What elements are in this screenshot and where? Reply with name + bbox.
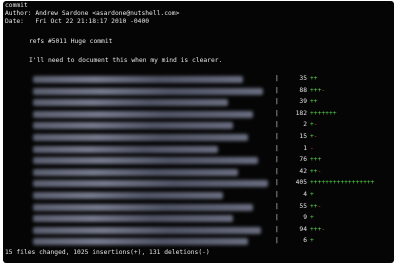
deletion-marks: - (317, 202, 322, 210)
file-path-blurred (33, 157, 258, 165)
file-path-blurred (33, 203, 253, 211)
insertion-marks: +++ (310, 86, 322, 94)
file-path-blurred (33, 192, 223, 199)
column-separator: | (275, 121, 279, 129)
change-bar: - (310, 145, 314, 154)
change-count: 76 (299, 156, 307, 164)
column-separator: | (275, 202, 279, 210)
change-bar: + (310, 191, 314, 200)
diffstat-row: | 94 +++- (3, 226, 394, 234)
change-count: 405 (295, 179, 307, 187)
file-path-blurred (33, 122, 233, 130)
change-bar: +++- (310, 87, 325, 96)
column-separator: | (275, 133, 279, 140)
change-count: 182 (295, 109, 307, 117)
column-separator: | (275, 98, 279, 106)
diffstat-row: | 15 +- (3, 133, 394, 141)
file-path-blurred (33, 110, 253, 118)
deletion-marks: - (317, 167, 322, 175)
diffstat-summary: 15 files changed, 1025 insertions(+), 13… (5, 249, 210, 256)
file-path-blurred (33, 238, 248, 246)
change-bar: ++- (310, 168, 321, 177)
commit-date: Date: Fri Oct 22 21:18:17 2010 -0400 (5, 18, 150, 25)
change-count: 42 (299, 167, 307, 175)
insertion-marks: +++++++ (310, 109, 337, 117)
deletion-marks: - (310, 144, 314, 152)
change-count: 1 (303, 144, 307, 152)
diffstat-row: | 2 +- (3, 121, 394, 130)
change-bar: +++ (310, 156, 321, 165)
terminal-window: commit Author: Andrew Sardone <asardone@… (3, 1, 394, 263)
diffstat-row: | 42 ++- (3, 168, 394, 176)
change-bar: ++ (310, 75, 318, 84)
change-count: 15 (299, 133, 307, 140)
diffstat-row: | 182 +++++++ (3, 110, 394, 118)
diffstat-row: | 76 +++ (3, 156, 394, 165)
diffstat-row: | 1- (3, 145, 394, 153)
file-path-blurred (33, 226, 261, 234)
column-separator: | (275, 144, 279, 152)
change-count: 88 (299, 86, 307, 94)
commit-message: I'll need to document this when my mind … (29, 57, 223, 64)
change-count: 35 (299, 75, 307, 82)
file-path-blurred (33, 99, 228, 107)
change-count: 2 (303, 121, 307, 129)
diffstat-row: | 9 + (3, 214, 394, 223)
column-separator: | (275, 237, 279, 245)
change-bar: +++++++ (310, 110, 337, 119)
column-separator: | (275, 156, 279, 164)
diffstat-row: | 88 +++- (3, 87, 394, 95)
change-bar: + (310, 237, 314, 246)
deletion-marks: - (321, 86, 326, 94)
insertion-marks: ++ (310, 167, 318, 175)
insertion-marks: ++ (310, 98, 318, 106)
column-separator: | (275, 214, 279, 222)
file-path-blurred (33, 215, 233, 223)
diffstat-row: | 35 ++ (3, 75, 394, 83)
column-separator: | (275, 179, 279, 187)
insertion-marks: ++ (310, 75, 318, 82)
change-count: 39 (299, 98, 307, 106)
diffstat-row: | 4 + (3, 191, 394, 199)
change-bar: ++- (310, 203, 321, 212)
diffstat-row: | 405 +++++++++++++++++ (3, 179, 394, 188)
insertion-marks: +++ (310, 225, 322, 233)
column-separator: | (275, 191, 279, 198)
insertion-marks: + (310, 237, 314, 245)
diffstat-row: | 55 ++- (3, 203, 394, 211)
commit-subject: refs #5011 Huge commit (29, 38, 113, 45)
file-path-blurred (33, 180, 268, 188)
change-count: 94 (299, 225, 307, 233)
deletion-marks: - (313, 133, 318, 140)
change-count: 6 (303, 237, 307, 245)
change-bar: ++ (310, 98, 318, 107)
file-path-blurred (33, 87, 263, 95)
change-count: 9 (303, 214, 307, 222)
change-bar: +++- (310, 226, 325, 235)
insertion-marks: + (310, 191, 314, 198)
change-bar: +++++++++++++++++ (310, 179, 374, 188)
deletion-marks: - (321, 225, 326, 233)
insertion-marks: ++ (310, 202, 318, 210)
column-separator: | (275, 225, 279, 233)
insertion-marks: +++ (310, 156, 322, 164)
file-path-blurred (33, 168, 238, 176)
insertion-marks: + (310, 214, 314, 222)
file-path-blurred (33, 134, 248, 141)
change-count: 4 (303, 191, 307, 198)
change-bar: +- (310, 121, 318, 130)
change-count: 55 (299, 202, 307, 210)
file-path-blurred (33, 145, 218, 153)
column-separator: | (275, 86, 279, 94)
diffstat-row: | 6 + (3, 237, 394, 246)
change-bar: +- (310, 133, 318, 142)
diffstat-row: | 39 ++ (3, 98, 394, 107)
insertion-marks: +++++++++++++++++ (310, 179, 375, 187)
column-separator: | (275, 167, 279, 175)
column-separator: | (275, 75, 279, 82)
deletion-marks: - (313, 121, 318, 129)
column-separator: | (275, 109, 279, 117)
change-bar: + (310, 214, 314, 223)
file-path-blurred (33, 76, 243, 83)
